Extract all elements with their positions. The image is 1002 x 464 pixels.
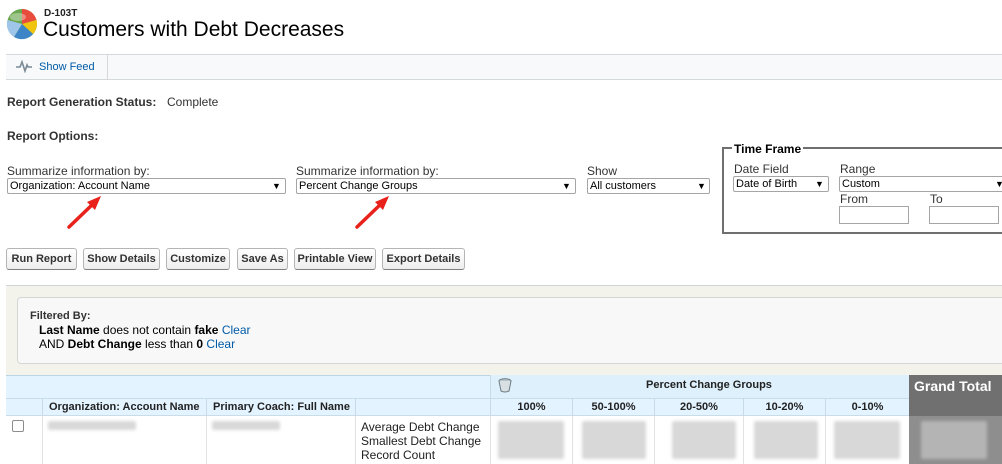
row-select-checkbox[interactable]	[12, 420, 24, 432]
column-metric	[355, 398, 490, 416]
column-group-0-10[interactable]: 0-10%	[825, 398, 909, 416]
status-label: Report Generation Status:	[7, 95, 157, 109]
column-divider	[743, 416, 744, 464]
from-label: From	[840, 192, 868, 206]
column-group-50-100[interactable]: 50-100%	[572, 398, 654, 416]
column-group-100[interactable]: 100%	[490, 398, 572, 416]
red-arrow-icon	[64, 194, 104, 233]
run-report-button[interactable]: Run Report	[6, 248, 77, 270]
column-divider	[825, 416, 826, 464]
feed-pulse-icon	[16, 59, 32, 76]
filter-operator: does not contain	[99, 323, 195, 337]
to-label: To	[930, 192, 943, 206]
red-arrow-icon	[352, 194, 392, 233]
redacted-value	[834, 421, 900, 459]
summarize-select-1[interactable]: Organization: Account Name	[7, 178, 286, 194]
summarize-select-2[interactable]: Percent Change Groups	[296, 178, 576, 194]
report-options-heading: Report Options:	[7, 129, 99, 143]
show-details-button[interactable]: Show Details	[83, 248, 160, 270]
status-value: Complete	[167, 95, 219, 109]
from-date-input[interactable]	[839, 206, 909, 224]
save-as-button[interactable]: Save As	[237, 248, 288, 270]
customize-button[interactable]: Customize	[166, 248, 230, 270]
show-feed-label: Show Feed	[39, 61, 95, 73]
column-group-20-50[interactable]: 20-50%	[654, 398, 743, 416]
report-logo-icon	[6, 8, 38, 40]
group-header-label: Percent Change Groups	[646, 379, 772, 391]
column-divider	[355, 416, 356, 464]
date-field-select[interactable]: Date of Birth	[733, 176, 829, 192]
column-divider	[206, 416, 207, 464]
summarize-label-1: Summarize information by:	[7, 164, 150, 178]
clear-filter-link[interactable]: Clear	[222, 323, 251, 337]
date-field-label: Date Field	[734, 162, 789, 176]
show-label: Show	[587, 164, 618, 178]
filter-value: fake	[194, 323, 219, 337]
redacted-value	[754, 421, 818, 459]
column-divider	[490, 416, 491, 464]
filtered-by-title: Filtered By:	[30, 310, 91, 322]
filter-field: Debt Change	[67, 337, 142, 351]
printable-view-button[interactable]: Printable View	[294, 248, 376, 270]
range-select[interactable]: Custom	[839, 176, 1002, 192]
filter-prefix: AND	[39, 337, 68, 351]
page-title: Customers with Debt Decreases	[43, 18, 345, 41]
column-group-10-20[interactable]: 10-20%	[743, 398, 825, 416]
column-account-name[interactable]: Organization: Account Name	[42, 398, 206, 416]
filter-line-2: AND Debt Change less than 0 Clear	[39, 337, 235, 351]
grand-total-cell	[909, 416, 1002, 464]
filter-operator: less than	[141, 337, 197, 351]
redacted-coach-name	[212, 421, 280, 430]
metric-label-count: Record Count	[361, 448, 436, 462]
filter-field: Last Name	[39, 323, 100, 337]
time-frame-legend: Time Frame	[732, 142, 804, 156]
redacted-value	[921, 421, 987, 459]
column-primary-coach[interactable]: Primary Coach: Full Name	[206, 398, 355, 416]
feed-bar	[6, 54, 1002, 80]
to-date-input[interactable]	[929, 206, 999, 224]
summarize-label-2: Summarize information by:	[296, 164, 439, 178]
show-feed-button[interactable]: Show Feed	[6, 55, 108, 79]
filter-value: 0	[196, 337, 204, 351]
redacted-account-name[interactable]	[48, 421, 136, 430]
clear-filter-link[interactable]: Clear	[206, 337, 235, 351]
bucket-icon[interactable]	[498, 378, 512, 396]
column-divider	[572, 416, 573, 464]
show-select[interactable]: All customers	[587, 178, 710, 194]
redacted-value	[498, 421, 564, 459]
column-divider	[654, 416, 655, 464]
column-divider	[42, 416, 43, 464]
export-details-button[interactable]: Export Details	[382, 248, 465, 270]
grand-total-header: Grand Total	[909, 375, 1002, 416]
filter-line-1: Last Name does not contain fake Clear	[39, 323, 251, 337]
metric-label-smallest: Smallest Debt Change	[361, 434, 482, 448]
redacted-value	[582, 421, 646, 459]
metric-label-average: Average Debt Change	[361, 420, 480, 434]
percent-change-group-header: Percent Change Groups	[490, 375, 909, 398]
range-label: Range	[840, 162, 876, 176]
redacted-value	[672, 421, 736, 459]
